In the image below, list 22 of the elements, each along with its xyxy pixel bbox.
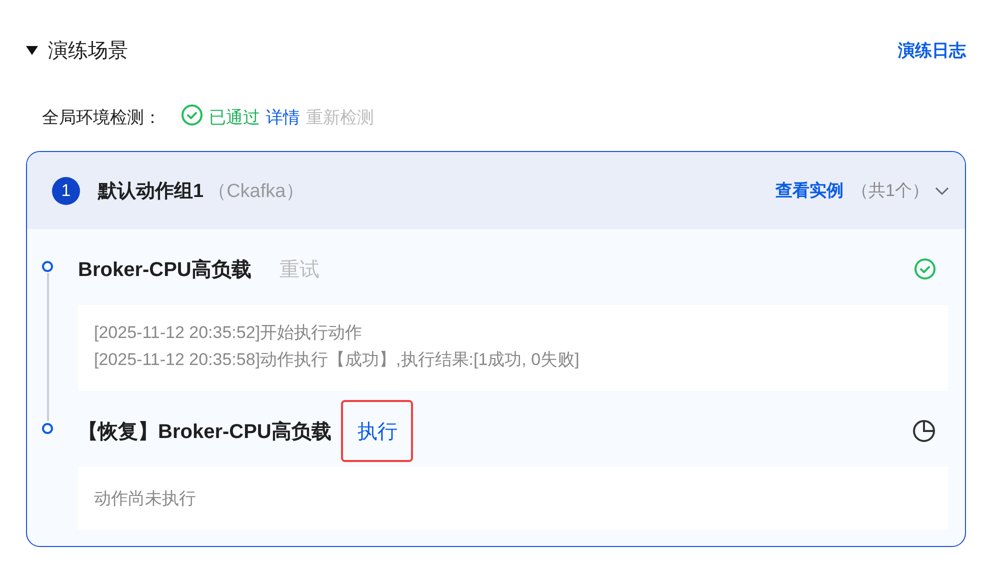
details-link[interactable]: 详情 [266,106,300,129]
group-header[interactable]: 1 默认动作组1 （Ckafka） 查看实例 （共1个） [27,152,965,229]
view-instances-link[interactable]: 查看实例 [776,179,844,202]
group-type: （Ckafka） [208,180,305,204]
section-title: 演练场景 [48,38,128,64]
env-check-status: 已通过 [209,107,260,129]
step-title: Broker-CPU高负载 [78,258,252,282]
instance-count: （共1个） [852,180,929,202]
group-name: 默认动作组1 [98,180,204,204]
drill-log-link[interactable]: 演练日志 [898,38,966,62]
step-number-badge: 1 [52,176,80,204]
log-line: [2025-11-12 20:35:58]动作执行【成功】,执行结果:[1成功, 0失败] [94,349,580,371]
log-line: [2025-11-12 20:35:52]开始执行动作 [94,322,364,344]
step-title: 【恢复】Broker-CPU高负载 [78,420,332,444]
check-circle-icon [181,104,203,126]
chevron-down-icon[interactable] [935,186,949,196]
execute-button[interactable]: 执行 [341,400,414,462]
timeline-dot [42,423,53,434]
timeline-dot [42,261,53,272]
log-line: 动作尚未执行 [94,488,197,510]
env-check-label: 全局环境检测： [42,107,161,129]
collapse-triangle-icon[interactable] [26,46,38,54]
